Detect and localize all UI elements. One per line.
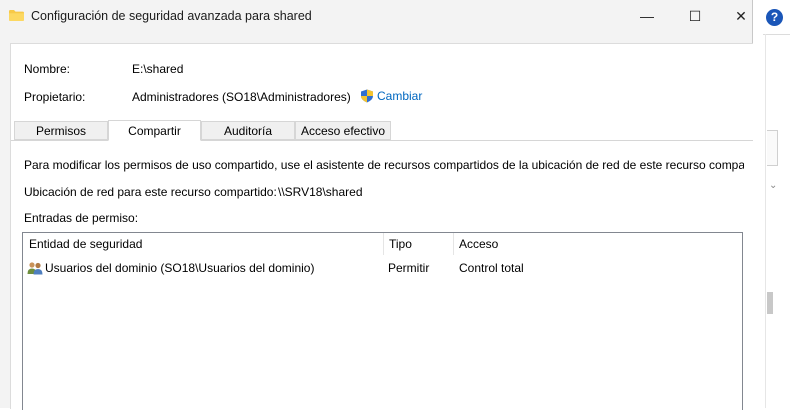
permission-entries-label: Entradas de permiso: [24, 211, 139, 225]
column-header-entity[interactable]: Entidad de seguridad [23, 233, 383, 256]
list-header: Entidad de seguridad Tipo Acceso [23, 233, 742, 256]
dialog-content: Nombre: E:\shared Propietario: Administr… [10, 43, 753, 410]
entity-name: Usuarios del dominio (SO18\Usuarios del … [45, 261, 315, 275]
close-button[interactable]: ✕ [718, 0, 764, 34]
help-icon[interactable]: ? [766, 9, 783, 26]
chevron-down-icon[interactable]: ⌄ [769, 180, 777, 191]
share-info-text: Para modificar los permisos de uso compa… [24, 158, 744, 172]
scrollbar-thumb[interactable] [767, 292, 773, 314]
window-title: Configuración de seguridad avanzada para… [31, 9, 312, 23]
network-location-label: Ubicación de red para este recurso compa… [24, 185, 277, 199]
maximize-button[interactable]: ☐ [672, 0, 718, 34]
entity-cell: Usuarios del dominio (SO18\Usuarios del … [27, 257, 314, 279]
tab-auditoria[interactable]: Auditoría [201, 121, 295, 140]
tab-acceso-efectivo[interactable]: Acceso efectivo [295, 121, 391, 140]
change-owner-link[interactable]: Cambiar [360, 89, 422, 103]
advanced-security-dialog: Configuración de seguridad avanzada para… [0, 0, 753, 410]
users-group-icon [27, 262, 43, 275]
name-label: Nombre: [24, 62, 71, 76]
title-bar[interactable]: Configuración de seguridad avanzada para… [0, 0, 752, 34]
folder-icon [9, 10, 24, 21]
name-value: E:\shared [132, 62, 184, 76]
access-cell: Control total [459, 261, 524, 275]
tab-compartir[interactable]: Compartir [108, 120, 201, 141]
tab-permisos[interactable]: Permisos [14, 121, 108, 140]
network-location-value: \\SRV18\shared [278, 185, 363, 199]
minimize-button[interactable]: — [624, 0, 670, 34]
owner-value: Administradores (SO18\Administradores) [132, 90, 351, 104]
divider [763, 34, 790, 35]
column-header-access[interactable]: Acceso [453, 233, 742, 256]
permission-entries-list[interactable]: Entidad de seguridad Tipo Acceso Usuario… [22, 232, 743, 410]
list-row[interactable]: Usuarios del dominio (SO18\Usuarios del … [23, 257, 742, 279]
change-link-label[interactable]: Cambiar [377, 89, 422, 103]
uac-shield-icon [361, 89, 373, 103]
owner-label: Propietario: [24, 90, 86, 104]
background-window: ? ⌄ [752, 0, 790, 408]
background-panel [767, 130, 778, 166]
column-header-type[interactable]: Tipo [383, 233, 453, 256]
type-cell: Permitir [388, 261, 430, 275]
divider [765, 34, 766, 408]
